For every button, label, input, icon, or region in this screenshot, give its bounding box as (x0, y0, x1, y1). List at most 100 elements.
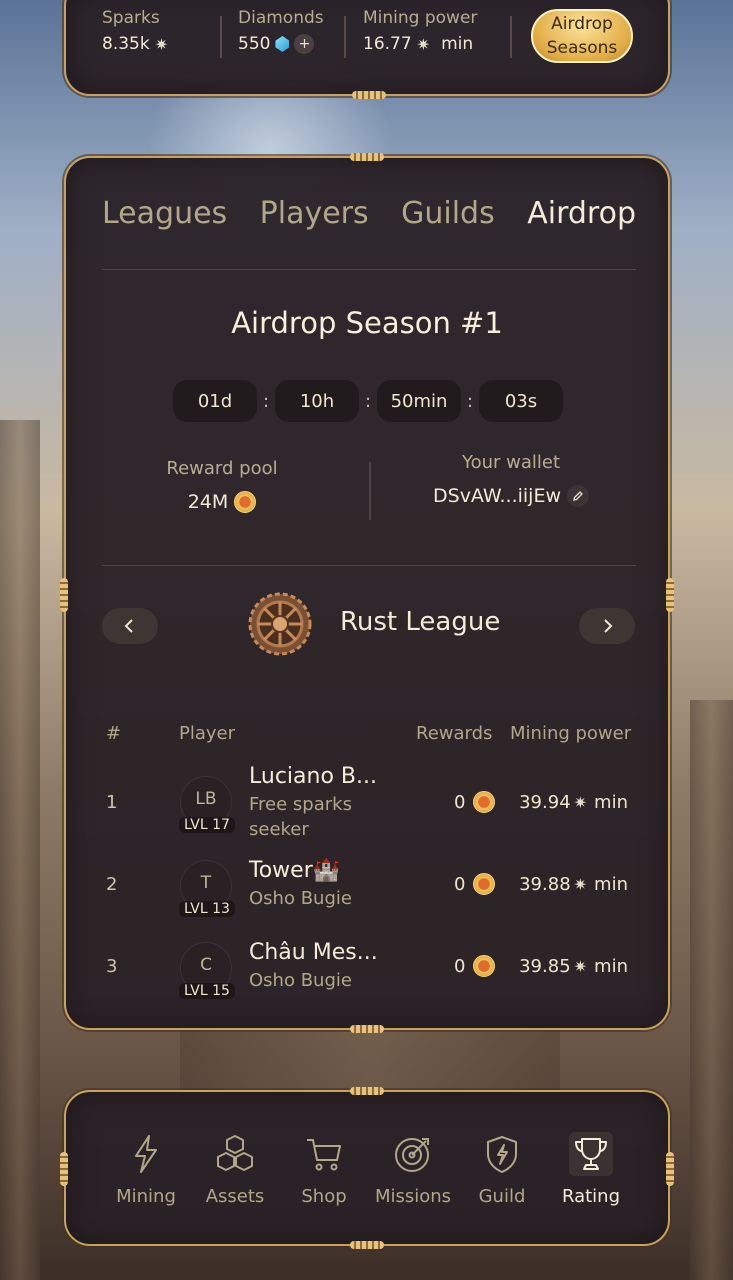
diamonds-stat: Diamonds 550 + (238, 8, 324, 54)
spark-icon: ✷ (573, 875, 588, 894)
column-rank: # (106, 723, 122, 744)
reward-value: 0 (454, 791, 466, 813)
frame-clasp (352, 91, 386, 99)
mining-power-unit: min (594, 792, 628, 813)
chevron-left-icon (124, 619, 133, 633)
sparks-stat: Sparks 8.35k ✷ (102, 8, 168, 54)
airdrop-seasons-button[interactable]: Airdrop Seasons (531, 9, 633, 63)
wallet-address: DSvAW...iijEw (433, 485, 561, 507)
frame-clasp (666, 1152, 674, 1186)
league-name: Rust League (340, 607, 501, 637)
frame-clasp (60, 578, 68, 612)
mining-power-value: 39.94 (519, 792, 571, 813)
nav-assets[interactable]: Assets (191, 1132, 279, 1207)
leaderboard-row[interactable]: 3 C LVL 15 Châu Mes... Osho Bugie 0 39.8… (66, 928, 668, 1000)
frame-clasp (60, 1152, 68, 1186)
divider (510, 16, 512, 58)
countdown-minutes: 50min (377, 380, 461, 422)
countdown-seconds: 03s (479, 380, 563, 422)
divider (102, 269, 636, 270)
mining-power-value: 39.88 (519, 874, 571, 895)
spark-icon: ✷ (154, 34, 169, 54)
nav-mining[interactable]: Mining (102, 1132, 190, 1207)
diamond-icon (275, 36, 290, 52)
season-title: Airdrop Season #1 (231, 306, 503, 340)
spark-icon: ✷ (416, 34, 431, 54)
token-coin-icon (473, 791, 496, 813)
column-rewards: Rewards (416, 723, 493, 744)
nav-guild[interactable]: Guild (458, 1132, 546, 1207)
rating-panel: Leagues Players Guilds Airdrop Airdrop S… (60, 153, 674, 1033)
wallet-info: Your wallet DSvAW...iijEw (396, 452, 626, 507)
stats-bar: Sparks 8.35k ✷ Diamonds 550 + Mining pow… (64, 0, 670, 99)
mining-power-value: 16.77 (363, 34, 412, 54)
add-diamonds-button[interactable]: + (294, 34, 315, 54)
nav-missions[interactable]: Missions (369, 1132, 457, 1207)
cubes-icon (213, 1132, 257, 1176)
divider (220, 16, 222, 58)
divider (369, 462, 371, 520)
frame-clasp (350, 1025, 384, 1033)
mining-power-unit: min (594, 956, 628, 977)
level-badge: LVL 17 (179, 817, 235, 833)
background-pillar (180, 1030, 560, 1090)
chevron-right-icon (604, 619, 613, 633)
nav-rating[interactable]: Rating (547, 1132, 635, 1207)
bottom-navigation: Mining Assets Shop Missions Guild Rating (60, 1087, 674, 1249)
leaderboard-row[interactable]: 1 LB LVL 17 Luciano B... Free sparks see… (66, 762, 668, 842)
sparks-value: 8.35k (102, 34, 150, 54)
frame-clasp (666, 578, 674, 612)
mining-power-stat: Mining power 16.77 ✷ min (363, 8, 477, 54)
countdown-separator: : (466, 390, 474, 412)
previous-league-button[interactable] (102, 608, 158, 644)
player-guild: Osho Bugie (249, 888, 352, 909)
level-badge: LVL 15 (179, 983, 235, 999)
mining-power-label: Mining power (363, 8, 478, 28)
cart-icon (302, 1132, 346, 1176)
tab-leagues[interactable]: Leagues (102, 196, 227, 231)
player-guild: Osho Bugie (249, 970, 352, 991)
reward-pool: Reward pool 24M (134, 458, 310, 513)
player-name: Tower🏰 (249, 858, 341, 883)
countdown-hours: 10h (275, 380, 359, 422)
frame-clasp (350, 1087, 384, 1095)
player-name: Luciano B... (249, 764, 377, 789)
avatar: T LVL 13 (179, 860, 235, 917)
rank: 1 (106, 792, 118, 813)
token-coin-icon (473, 955, 496, 977)
level-badge: LVL 13 (179, 901, 235, 917)
diamonds-value: 550 (238, 34, 271, 54)
reward-value: 0 (454, 873, 466, 895)
diamonds-label: Diamonds (238, 8, 324, 28)
lightning-icon (124, 1132, 168, 1176)
edit-wallet-button[interactable] (567, 485, 589, 507)
wallet-label: Your wallet (461, 452, 561, 473)
reward-pool-value: 24M (187, 491, 229, 513)
frame-clasp (350, 153, 384, 161)
countdown-separator: : (364, 390, 372, 412)
tab-airdrop[interactable]: Airdrop (527, 196, 636, 231)
rank: 3 (106, 956, 118, 977)
column-player: Player (179, 723, 236, 744)
column-mining-power: Mining power (510, 723, 632, 744)
tab-players[interactable]: Players (260, 196, 369, 231)
sparks-label: Sparks (102, 8, 160, 28)
season-countdown: 01d : 10h : 50min : 03s (173, 380, 563, 422)
background-pillar (0, 420, 40, 1280)
divider (102, 565, 636, 566)
rust-league-gear-icon (248, 592, 312, 656)
countdown-separator: : (262, 390, 270, 412)
countdown-days: 01d (173, 380, 257, 422)
nav-shop[interactable]: Shop (280, 1132, 368, 1207)
tab-guilds[interactable]: Guilds (401, 196, 495, 231)
trophy-icon (569, 1132, 613, 1176)
spark-icon: ✷ (573, 793, 588, 812)
player-guild: Free sparks seeker (249, 794, 352, 840)
reward-value: 0 (454, 955, 466, 977)
mining-power-unit: min (594, 874, 628, 895)
mining-power-value: 39.85 (519, 956, 571, 977)
rating-tabs: Leagues Players Guilds Airdrop (102, 196, 636, 231)
leaderboard-row[interactable]: 2 T LVL 13 Tower🏰 Osho Bugie 0 39.88 ✷ m… (66, 846, 668, 926)
next-league-button[interactable] (579, 608, 635, 644)
background-pillar (690, 700, 733, 1280)
